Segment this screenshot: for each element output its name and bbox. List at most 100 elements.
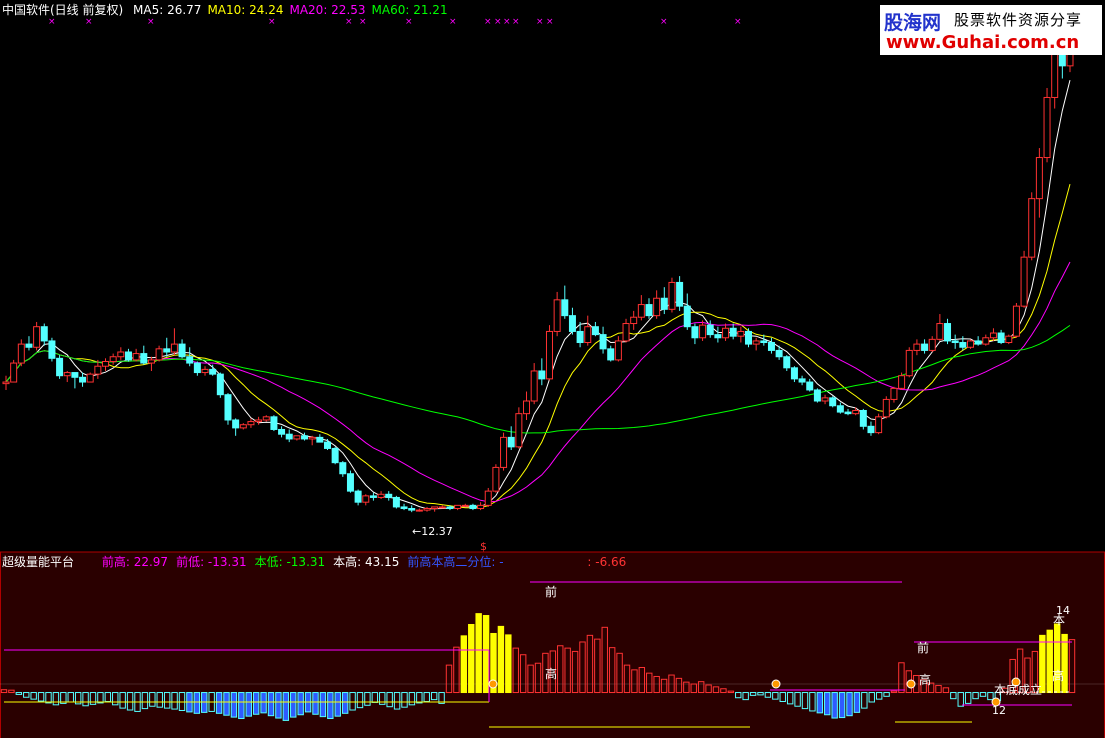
platform-bar	[475, 613, 482, 694]
candle-body	[301, 435, 309, 440]
candle-body	[400, 506, 408, 510]
candle-body	[683, 305, 691, 328]
candle-body	[745, 330, 753, 345]
candle-body	[33, 326, 41, 348]
candle-body	[951, 340, 959, 344]
candle-body	[806, 381, 814, 391]
candle-body	[982, 337, 990, 345]
candle-body	[155, 348, 163, 361]
stock-chart[interactable]: × × × × × × × × × × × × × × × × ←12.37 $ 前 高 前 高 14 本 高…	[0, 0, 1105, 738]
candle-body	[737, 330, 745, 337]
candle-body	[1012, 305, 1020, 337]
signal-x-mark: ×	[147, 17, 155, 27]
candle-body	[285, 433, 293, 440]
platform-bar	[267, 692, 275, 717]
candle-body	[813, 389, 821, 402]
candle-body	[1028, 198, 1036, 258]
candle-body	[997, 332, 1005, 344]
candle-body	[607, 348, 615, 361]
candle-body	[614, 340, 622, 361]
candle-body	[255, 419, 263, 423]
candle-body	[538, 370, 546, 380]
watermark-slogan: 股票软件资源分享	[954, 11, 1083, 29]
candle-body	[561, 299, 569, 317]
candle-body	[515, 413, 523, 448]
indicator-legend-3: 本高: 43.15	[333, 555, 400, 569]
candle-body	[102, 360, 110, 367]
candle-body	[147, 359, 155, 364]
platform-bar	[824, 692, 831, 716]
candle-body	[17, 343, 25, 364]
candle-body	[523, 400, 531, 415]
candle-body	[323, 441, 331, 449]
candle-body	[966, 340, 974, 348]
platform-bar	[460, 635, 468, 694]
candle-body	[216, 373, 224, 396]
candle-body	[974, 340, 982, 345]
platform-bar	[831, 692, 838, 719]
annot-gao-3: 高	[1052, 668, 1064, 683]
signal-x-mark: ×	[494, 17, 502, 27]
candle-body	[928, 338, 936, 351]
candle-body	[262, 416, 270, 421]
signal-x-mark: ×	[449, 17, 457, 27]
candle-body	[25, 343, 33, 348]
signal-dot	[488, 679, 498, 689]
candle-body	[507, 436, 515, 448]
candle-body	[94, 365, 102, 375]
annot-ben: 本	[1053, 613, 1065, 627]
candle-body	[1043, 96, 1051, 159]
signal-x-mark: ×	[503, 17, 511, 27]
candle-body	[706, 324, 714, 336]
platform-bar	[193, 692, 201, 714]
signal-x-mark: ×	[48, 17, 56, 27]
annot-gao-1: 高	[545, 666, 557, 681]
candle-body	[852, 409, 860, 415]
signal-x-mark: ×	[359, 17, 367, 27]
candle-body	[438, 506, 446, 509]
candle-body	[408, 508, 416, 511]
candle-body	[278, 428, 286, 435]
candle-body	[622, 323, 630, 342]
platform-bar	[252, 692, 260, 715]
signal-x-mark: ×	[734, 17, 742, 27]
candle-body	[48, 340, 56, 359]
candle-body	[867, 425, 875, 434]
ma-legend-0: MA5: 26.77	[133, 3, 202, 17]
signal-x-mark: ×	[268, 17, 276, 27]
candle-body	[875, 416, 883, 434]
ma-legend-1: MA10: 24.24	[207, 3, 284, 17]
platform-bar	[482, 615, 490, 694]
candle-body	[989, 332, 997, 339]
candle-body	[553, 299, 561, 332]
candle-body	[1005, 335, 1013, 344]
candle-body	[170, 343, 178, 353]
candle-body	[691, 326, 699, 339]
annot-qian-2: 前	[917, 640, 929, 655]
candle-body	[714, 334, 722, 339]
platform-bar	[327, 692, 334, 720]
platform-bar	[223, 692, 230, 716]
candle-body	[10, 362, 18, 383]
ma-legend-2: MA20: 22.53	[289, 3, 366, 17]
candle-body	[71, 372, 79, 378]
watermark-url: www.Guhai.com.cn	[886, 32, 1080, 53]
candle-body	[423, 508, 431, 511]
candle-body	[699, 324, 707, 339]
candle-body	[431, 506, 439, 510]
indicator-legend-1: 前低: -13.31	[176, 555, 247, 569]
candle-body	[484, 490, 492, 506]
indicator-legend-0: 前高: 22.97	[101, 555, 169, 569]
candle-body	[2, 381, 10, 385]
candle-body	[209, 368, 217, 375]
ma-legend-3: MA60: 21.21	[371, 3, 448, 17]
sub-panel-bg	[0, 552, 1105, 738]
candle-body	[913, 343, 921, 351]
candle-body	[882, 398, 890, 418]
platform-bar	[312, 692, 319, 715]
candle-body	[591, 326, 599, 336]
candle-body	[224, 394, 232, 421]
candle-body	[369, 495, 377, 498]
platform-bar	[853, 692, 861, 713]
platform-bar	[334, 692, 341, 717]
